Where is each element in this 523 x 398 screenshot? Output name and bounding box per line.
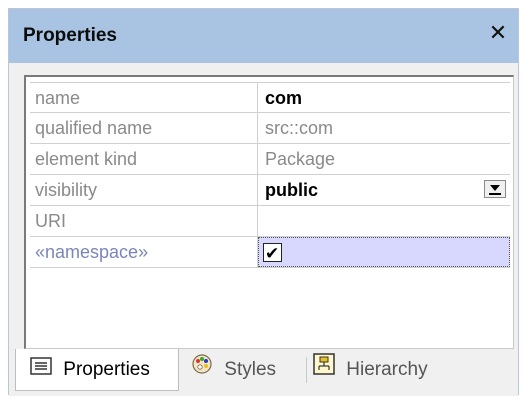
properties-icon (30, 349, 52, 391)
chevron-down-icon[interactable] (484, 180, 506, 198)
property-value-uri[interactable] (258, 206, 510, 236)
visibility-selected-value: public (265, 180, 318, 200)
property-label: URI (30, 206, 258, 236)
property-value-qualified-name: src::com (265, 118, 334, 138)
property-row-uri[interactable]: URI (30, 206, 510, 237)
tab-properties[interactable]: Properties (15, 349, 179, 391)
tab-styles[interactable]: Styles (191, 349, 301, 391)
properties-window: Properties ✕ name com qualified name src… (0, 0, 523, 398)
tab-hierarchy[interactable]: Hierarchy (313, 349, 463, 391)
property-value-element-kind: Package (265, 149, 336, 169)
tab-bar: Properties Styles Hierarchy (9, 349, 518, 396)
property-label: visibility (30, 175, 258, 205)
hierarchy-icon (313, 349, 335, 391)
palette-icon (191, 349, 213, 391)
panel-title: Properties (23, 25, 117, 46)
close-icon[interactable]: ✕ (486, 21, 510, 47)
property-value-name[interactable]: com (258, 83, 510, 113)
tab-label: Properties (63, 359, 150, 380)
property-label: name (30, 83, 258, 113)
tab-label: Styles (224, 359, 277, 380)
property-row-namespace[interactable]: «namespace» ✔ (30, 237, 510, 268)
tab-separator (306, 357, 307, 383)
namespace-checkbox[interactable]: ✔ (263, 243, 282, 264)
checkmark-icon: ✔ (265, 244, 280, 264)
property-row-visibility[interactable]: visibility public (30, 175, 510, 206)
property-grid: name com qualified name src::com element… (24, 75, 514, 349)
property-row-name[interactable]: name com (30, 82, 510, 113)
property-row-element-kind[interactable]: element kind Package (30, 144, 510, 175)
tab-label: Hierarchy (346, 359, 428, 380)
property-label: «namespace» (30, 237, 258, 267)
property-label: element kind (30, 144, 258, 174)
property-value-namespace[interactable]: ✔ (258, 237, 510, 267)
property-label: qualified name (30, 113, 258, 143)
visibility-select[interactable]: public (258, 175, 510, 205)
properties-panel: Properties ✕ name com qualified name src… (8, 8, 519, 396)
panel-titlebar[interactable]: Properties ✕ (9, 9, 518, 63)
property-row-qualified-name[interactable]: qualified name src::com (30, 113, 510, 144)
